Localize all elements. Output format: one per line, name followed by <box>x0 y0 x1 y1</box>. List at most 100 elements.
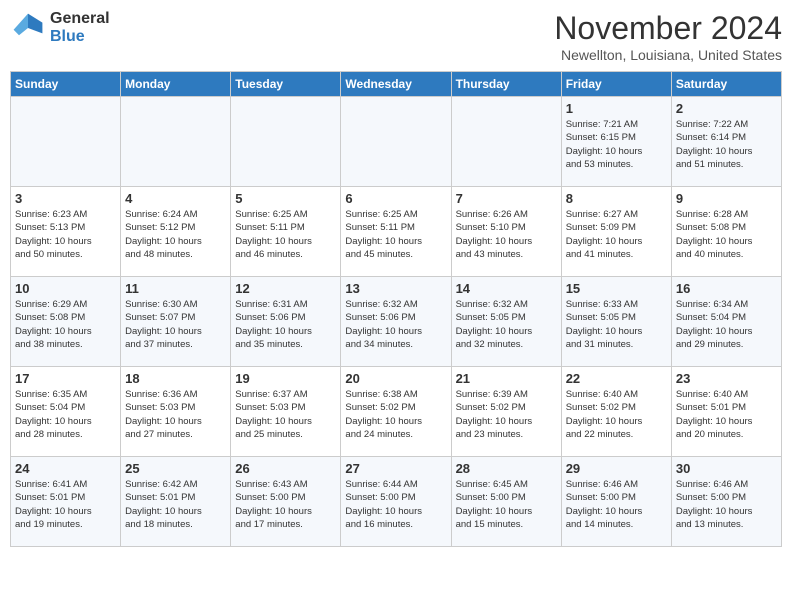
day-info: Sunrise: 6:46 AM Sunset: 5:00 PM Dayligh… <box>566 478 667 531</box>
day-info: Sunrise: 6:40 AM Sunset: 5:01 PM Dayligh… <box>676 388 777 441</box>
calendar-cell: 7 Sunrise: 6:26 AM Sunset: 5:10 PM Daylig… <box>451 187 561 277</box>
day-header-friday: Friday <box>561 72 671 97</box>
calendar-cell: 19Sunrise: 6:37 AM Sunset: 5:03 PM Dayli… <box>231 367 341 457</box>
calendar-cell: 21Sunrise: 6:39 AM Sunset: 5:02 PM Dayli… <box>451 367 561 457</box>
calendar-cell: 13 Sunrise: 6:32 AM Sunset: 5:06 PM Dayli… <box>341 277 451 367</box>
day-number: 25 <box>125 461 226 476</box>
calendar-cell <box>451 97 561 187</box>
calendar-cell: 23Sunrise: 6:40 AM Sunset: 5:01 PM Dayli… <box>671 367 781 457</box>
calendar-cell: 22Sunrise: 6:40 AM Sunset: 5:02 PM Dayli… <box>561 367 671 457</box>
day-number: 9 <box>676 191 777 206</box>
day-info: Sunrise: 6:42 AM Sunset: 5:01 PM Dayligh… <box>125 478 226 531</box>
month-title: November 2024 <box>554 10 782 47</box>
day-info: Sunrise: 6:34 AM Sunset: 5:04 PM Dayligh… <box>676 298 777 351</box>
day-info: Sunrise: 6:40 AM Sunset: 5:02 PM Dayligh… <box>566 388 667 441</box>
calendar-cell <box>11 97 121 187</box>
calendar-cell: 24 Sunrise: 6:41 AM Sunset: 5:01 PM Dayli… <box>11 457 121 547</box>
day-info: Sunrise: 6:32 AM Sunset: 5:06 PM Dayligh… <box>345 298 446 351</box>
day-info: Sunrise: 6:27 AM Sunset: 5:09 PM Dayligh… <box>566 208 667 261</box>
day-info: Sunrise: 6:38 AM Sunset: 5:02 PM Dayligh… <box>345 388 446 441</box>
day-number: 28 <box>456 461 557 476</box>
calendar-week-row: 3 Sunrise: 6:23 AM Sunset: 5:13 PM Daylig… <box>11 187 782 277</box>
day-info: Sunrise: 6:30 AM Sunset: 5:07 PM Dayligh… <box>125 298 226 351</box>
logo: General Blue <box>10 10 110 46</box>
day-number: 20 <box>345 371 446 386</box>
logo-icon <box>10 10 46 46</box>
day-info: Sunrise: 6:45 AM Sunset: 5:00 PM Dayligh… <box>456 478 557 531</box>
calendar-header-row: SundayMondayTuesdayWednesdayThursdayFrid… <box>11 72 782 97</box>
calendar-body: 1 Sunrise: 7:21 AM Sunset: 6:15 PM Daylig… <box>11 97 782 547</box>
day-number: 18 <box>125 371 226 386</box>
calendar-week-row: 1 Sunrise: 7:21 AM Sunset: 6:15 PM Daylig… <box>11 97 782 187</box>
day-info: Sunrise: 7:21 AM Sunset: 6:15 PM Dayligh… <box>566 118 667 171</box>
day-number: 24 <box>15 461 116 476</box>
title-block: November 2024 Newellton, Louisiana, Unit… <box>554 10 782 63</box>
calendar-cell: 12 Sunrise: 6:31 AM Sunset: 5:06 PM Dayli… <box>231 277 341 367</box>
calendar-cell: 18 Sunrise: 6:36 AM Sunset: 5:03 PM Dayli… <box>121 367 231 457</box>
day-info: Sunrise: 6:25 AM Sunset: 5:11 PM Dayligh… <box>235 208 336 261</box>
day-number: 10 <box>15 281 116 296</box>
calendar-table: SundayMondayTuesdayWednesdayThursdayFrid… <box>10 71 782 547</box>
calendar-cell: 27 Sunrise: 6:44 AM Sunset: 5:00 PM Dayli… <box>341 457 451 547</box>
day-number: 2 <box>676 101 777 116</box>
calendar-cell: 28 Sunrise: 6:45 AM Sunset: 5:00 PM Dayli… <box>451 457 561 547</box>
day-info: Sunrise: 6:28 AM Sunset: 5:08 PM Dayligh… <box>676 208 777 261</box>
day-info: Sunrise: 6:35 AM Sunset: 5:04 PM Dayligh… <box>15 388 116 441</box>
day-number: 16 <box>676 281 777 296</box>
calendar-cell: 14Sunrise: 6:32 AM Sunset: 5:05 PM Dayli… <box>451 277 561 367</box>
day-number: 4 <box>125 191 226 206</box>
day-number: 14 <box>456 281 557 296</box>
day-info: Sunrise: 6:33 AM Sunset: 5:05 PM Dayligh… <box>566 298 667 351</box>
day-header-sunday: Sunday <box>11 72 121 97</box>
day-info: Sunrise: 6:37 AM Sunset: 5:03 PM Dayligh… <box>235 388 336 441</box>
calendar-cell: 1 Sunrise: 7:21 AM Sunset: 6:15 PM Daylig… <box>561 97 671 187</box>
day-number: 29 <box>566 461 667 476</box>
calendar-cell: 25 Sunrise: 6:42 AM Sunset: 5:01 PM Dayli… <box>121 457 231 547</box>
day-info: Sunrise: 7:22 AM Sunset: 6:14 PM Dayligh… <box>676 118 777 171</box>
calendar-cell: 3 Sunrise: 6:23 AM Sunset: 5:13 PM Daylig… <box>11 187 121 277</box>
day-number: 27 <box>345 461 446 476</box>
day-number: 1 <box>566 101 667 116</box>
logo-general: General <box>50 10 110 28</box>
calendar-cell <box>121 97 231 187</box>
page-header: General Blue November 2024 Newellton, Lo… <box>10 10 782 63</box>
calendar-cell: 8Sunrise: 6:27 AM Sunset: 5:09 PM Daylig… <box>561 187 671 277</box>
calendar-cell: 26Sunrise: 6:43 AM Sunset: 5:00 PM Dayli… <box>231 457 341 547</box>
day-header-wednesday: Wednesday <box>341 72 451 97</box>
calendar-cell: 6 Sunrise: 6:25 AM Sunset: 5:11 PM Daylig… <box>341 187 451 277</box>
calendar-cell: 16 Sunrise: 6:34 AM Sunset: 5:04 PM Dayli… <box>671 277 781 367</box>
calendar-cell <box>231 97 341 187</box>
calendar-cell: 17 Sunrise: 6:35 AM Sunset: 5:04 PM Dayli… <box>11 367 121 457</box>
calendar-cell: 2 Sunrise: 7:22 AM Sunset: 6:14 PM Daylig… <box>671 97 781 187</box>
day-info: Sunrise: 6:39 AM Sunset: 5:02 PM Dayligh… <box>456 388 557 441</box>
calendar-cell: 11 Sunrise: 6:30 AM Sunset: 5:07 PM Dayli… <box>121 277 231 367</box>
day-info: Sunrise: 6:36 AM Sunset: 5:03 PM Dayligh… <box>125 388 226 441</box>
calendar-week-row: 10Sunrise: 6:29 AM Sunset: 5:08 PM Dayli… <box>11 277 782 367</box>
day-number: 6 <box>345 191 446 206</box>
day-number: 11 <box>125 281 226 296</box>
calendar-cell <box>341 97 451 187</box>
calendar-cell: 5 Sunrise: 6:25 AM Sunset: 5:11 PM Daylig… <box>231 187 341 277</box>
day-info: Sunrise: 6:23 AM Sunset: 5:13 PM Dayligh… <box>15 208 116 261</box>
day-info: Sunrise: 6:31 AM Sunset: 5:06 PM Dayligh… <box>235 298 336 351</box>
day-header-saturday: Saturday <box>671 72 781 97</box>
day-header-monday: Monday <box>121 72 231 97</box>
day-number: 13 <box>345 281 446 296</box>
day-info: Sunrise: 6:44 AM Sunset: 5:00 PM Dayligh… <box>345 478 446 531</box>
calendar-week-row: 17 Sunrise: 6:35 AM Sunset: 5:04 PM Dayli… <box>11 367 782 457</box>
day-header-tuesday: Tuesday <box>231 72 341 97</box>
calendar-cell: 10Sunrise: 6:29 AM Sunset: 5:08 PM Dayli… <box>11 277 121 367</box>
day-number: 3 <box>15 191 116 206</box>
day-info: Sunrise: 6:25 AM Sunset: 5:11 PM Dayligh… <box>345 208 446 261</box>
day-number: 12 <box>235 281 336 296</box>
day-info: Sunrise: 6:41 AM Sunset: 5:01 PM Dayligh… <box>15 478 116 531</box>
day-number: 5 <box>235 191 336 206</box>
day-info: Sunrise: 6:43 AM Sunset: 5:00 PM Dayligh… <box>235 478 336 531</box>
day-info: Sunrise: 6:46 AM Sunset: 5:00 PM Dayligh… <box>676 478 777 531</box>
calendar-cell: 9 Sunrise: 6:28 AM Sunset: 5:08 PM Daylig… <box>671 187 781 277</box>
logo-blue: Blue <box>50 28 110 46</box>
calendar-week-row: 24 Sunrise: 6:41 AM Sunset: 5:01 PM Dayli… <box>11 457 782 547</box>
day-number: 7 <box>456 191 557 206</box>
day-info: Sunrise: 6:26 AM Sunset: 5:10 PM Dayligh… <box>456 208 557 261</box>
day-number: 17 <box>15 371 116 386</box>
